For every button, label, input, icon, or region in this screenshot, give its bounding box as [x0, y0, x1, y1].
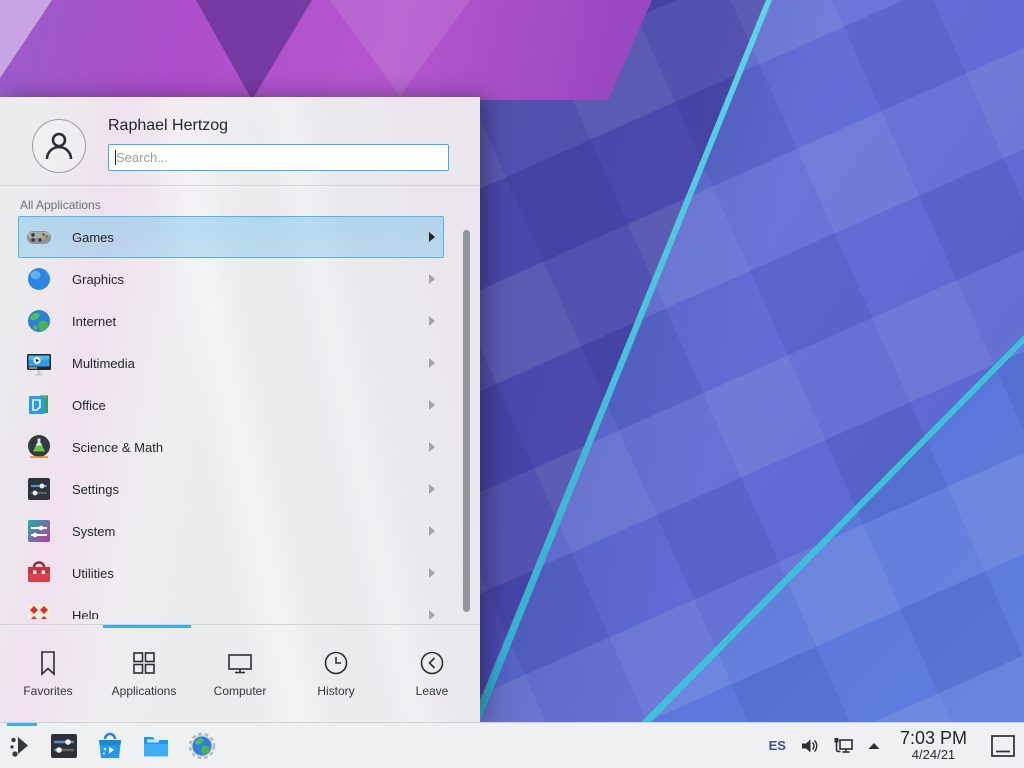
help-icon — [25, 602, 52, 620]
category-label: Games — [72, 230, 429, 245]
application-launcher-popup: Raphael Hertzog All Applications — [0, 97, 480, 722]
submenu-arrow-icon — [429, 568, 435, 578]
file-manager-button[interactable] — [140, 730, 172, 762]
taskbar-panel: ES — [0, 722, 1024, 768]
tab-label: Applications — [112, 684, 177, 698]
sliders-gradient-icon — [25, 518, 52, 545]
category-row-games[interactable]: Games — [18, 216, 444, 258]
browser-globe-icon — [187, 731, 217, 761]
submenu-arrow-icon — [429, 358, 435, 368]
discover-icon — [95, 731, 125, 761]
category-label: System — [72, 524, 429, 539]
media-screen-icon — [25, 350, 52, 377]
pinned-apps — [48, 730, 218, 762]
wired-network-icon — [832, 736, 854, 756]
leave-back-icon — [418, 649, 446, 677]
category-row-science-math[interactable]: Science & Math — [18, 426, 444, 468]
system-settings-icon — [49, 731, 79, 761]
desktop: Raphael Hertzog All Applications — [0, 0, 1024, 768]
tab-label: Leave — [416, 684, 449, 698]
launcher-header: Raphael Hertzog — [0, 97, 480, 186]
list-scrollbar[interactable] — [463, 230, 470, 612]
sphere-icon — [25, 266, 52, 293]
clock-time: 7:03 PM — [900, 729, 967, 748]
category-label: Multimedia — [72, 356, 429, 371]
section-label: All Applications — [20, 198, 480, 212]
submenu-arrow-icon — [429, 484, 435, 494]
launcher-active-indicator — [7, 723, 37, 726]
submenu-arrow-icon — [429, 400, 435, 410]
toolbox-icon — [25, 560, 52, 587]
monitor-icon — [226, 649, 254, 677]
sliders-dark-icon — [25, 476, 52, 503]
search-input[interactable] — [108, 144, 449, 171]
tab-label: Computer — [214, 684, 267, 698]
submenu-arrow-icon — [429, 316, 435, 326]
text-caret — [115, 150, 116, 165]
system-settings-button[interactable] — [48, 730, 80, 762]
gamepad-icon — [25, 224, 52, 251]
application-launcher-button[interactable] — [0, 723, 44, 768]
submenu-arrow-icon — [429, 232, 435, 242]
category-label: Settings — [72, 482, 429, 497]
tab-history[interactable]: History — [288, 625, 384, 722]
category-list: Games Graphics — [0, 216, 480, 619]
submenu-arrow-icon — [429, 610, 435, 619]
category-row-office[interactable]: Office — [18, 384, 444, 426]
launcher-tab-bar: Favorites Applications — [0, 624, 480, 722]
show-desktop-icon — [990, 734, 1016, 758]
search-field-wrap — [108, 144, 449, 171]
expand-tray-arrow-icon — [867, 741, 881, 751]
category-row-graphics[interactable]: Graphics — [18, 258, 444, 300]
clock-date: 4/24/21 — [912, 748, 955, 762]
clock-icon — [322, 649, 350, 677]
tab-favorites[interactable]: Favorites — [0, 625, 96, 722]
active-tab-indicator — [103, 625, 191, 628]
category-row-help[interactable]: Help — [18, 594, 444, 619]
submenu-arrow-icon — [429, 526, 435, 536]
flask-icon — [25, 434, 52, 461]
globe-icon — [25, 308, 52, 335]
network-button[interactable] — [832, 736, 854, 756]
grid-icon — [130, 649, 158, 677]
category-label: Office — [72, 398, 429, 413]
volume-button[interactable] — [799, 736, 819, 756]
submenu-arrow-icon — [429, 442, 435, 452]
category-row-utilities[interactable]: Utilities — [18, 552, 444, 594]
tab-computer[interactable]: Computer — [192, 625, 288, 722]
user-avatar — [32, 119, 86, 173]
category-row-internet[interactable]: Internet — [18, 300, 444, 342]
category-label: Science & Math — [72, 440, 429, 455]
user-name: Raphael Hertzog — [108, 117, 228, 135]
category-label: Help — [72, 608, 429, 620]
folder-icon — [141, 731, 171, 761]
category-label: Graphics — [72, 272, 429, 287]
show-desktop-button[interactable] — [988, 731, 1018, 761]
user-icon — [42, 129, 76, 163]
digital-clock[interactable]: 7:03 PM 4/24/21 — [900, 729, 967, 762]
discover-store-button[interactable] — [94, 730, 126, 762]
category-label: Utilities — [72, 566, 429, 581]
category-row-system[interactable]: System — [18, 510, 444, 552]
tab-leave[interactable]: Leave — [384, 625, 480, 722]
category-row-settings[interactable]: Settings — [18, 468, 444, 510]
bookmark-icon — [34, 649, 62, 677]
tab-applications[interactable]: Applications — [96, 625, 192, 722]
keyboard-layout-indicator[interactable]: ES — [769, 738, 786, 753]
document-icon — [25, 392, 52, 419]
tab-label: History — [317, 684, 354, 698]
category-label: Internet — [72, 314, 429, 329]
expand-tray-button[interactable] — [867, 741, 881, 751]
submenu-arrow-icon — [429, 274, 435, 284]
system-tray: ES — [769, 729, 1024, 762]
category-row-multimedia[interactable]: Multimedia — [18, 342, 444, 384]
tab-label: Favorites — [23, 684, 72, 698]
volume-icon — [799, 736, 819, 756]
web-browser-button[interactable] — [186, 730, 218, 762]
kickoff-icon — [7, 731, 37, 761]
